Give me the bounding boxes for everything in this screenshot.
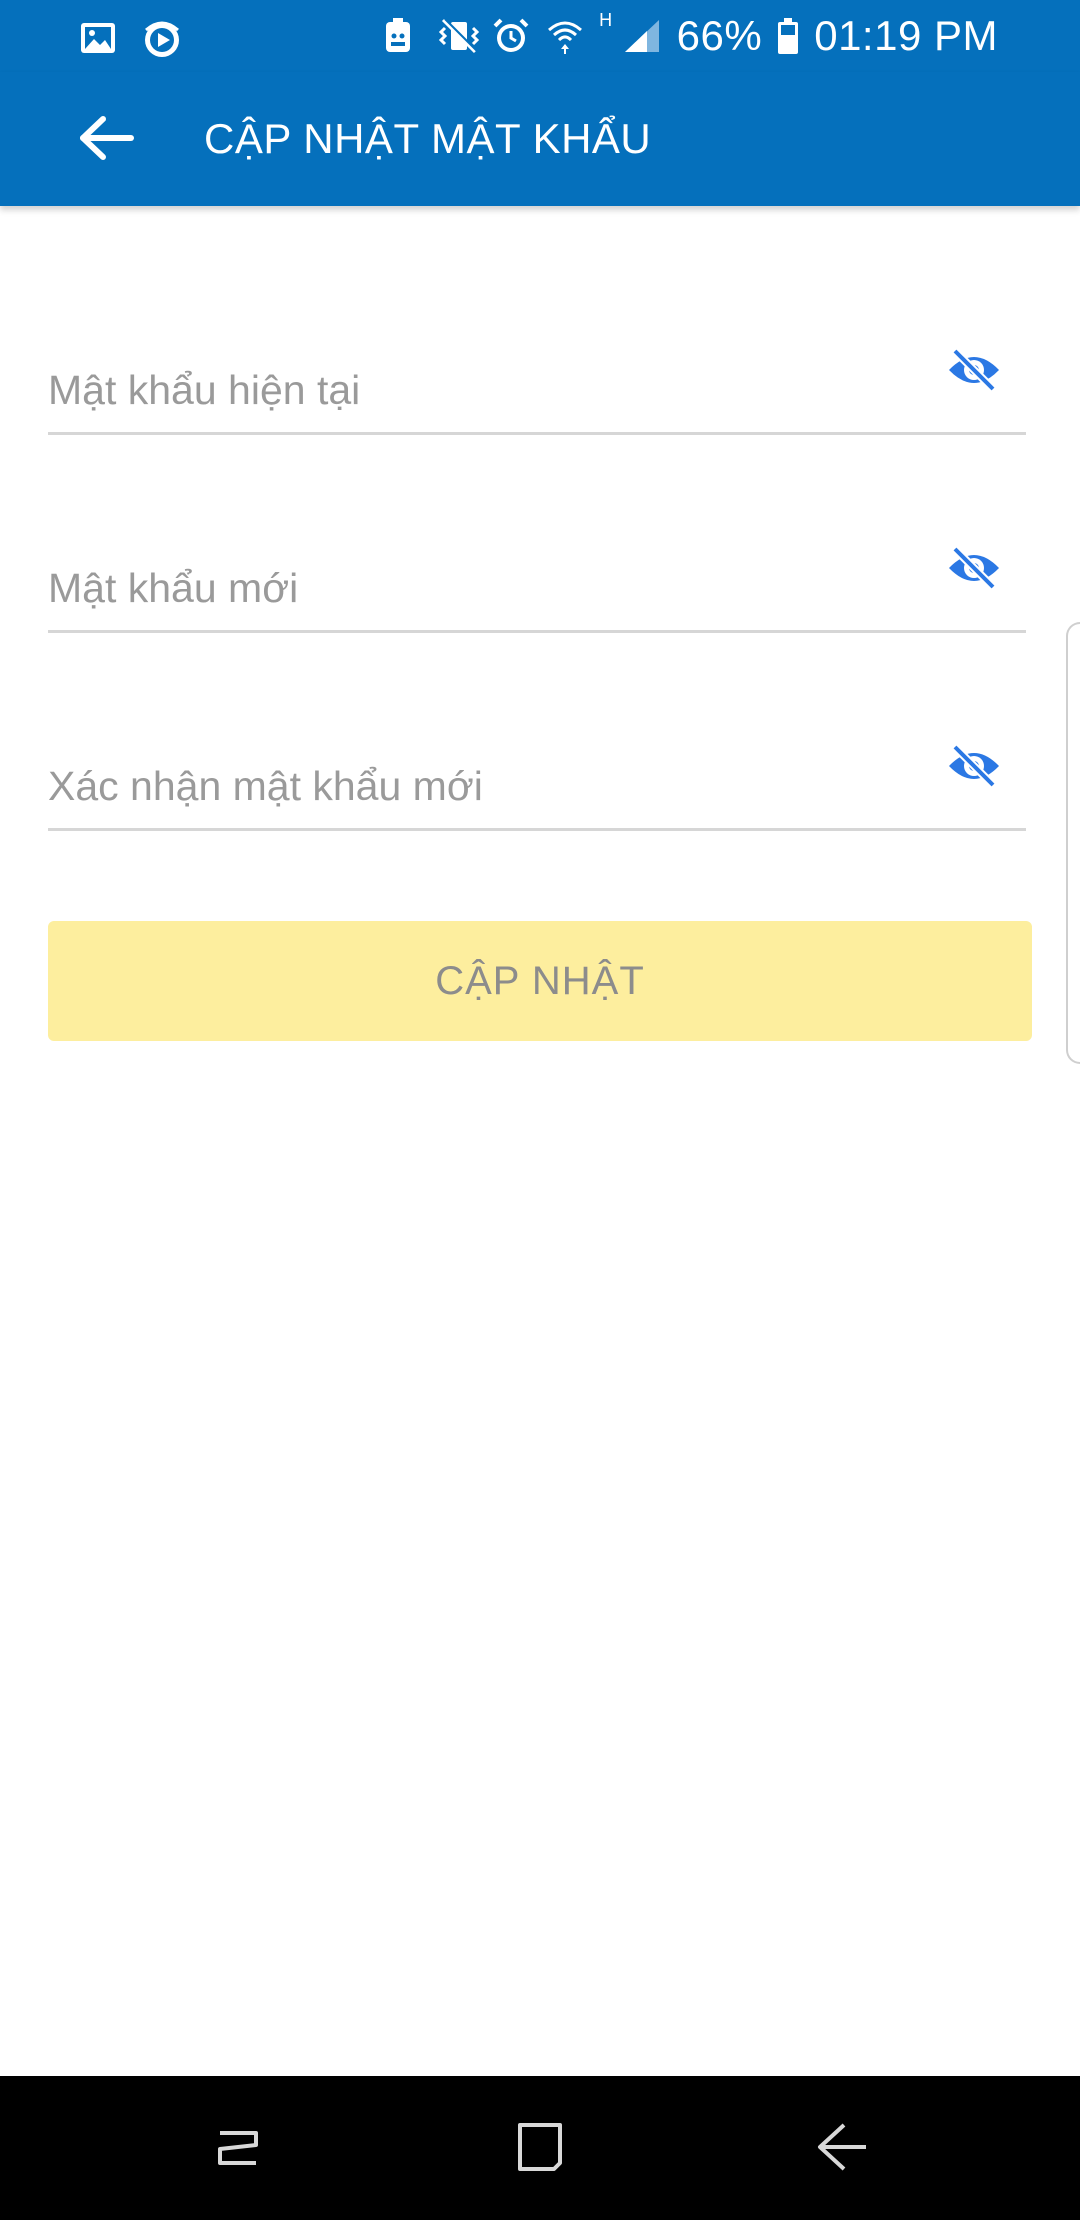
battery-percent: 66%: [676, 12, 763, 59]
back-icon: [814, 2119, 870, 2180]
home-icon: [512, 2119, 568, 2180]
status-bar: H 66% 01:19 PM: [0, 0, 1080, 72]
new-password-field: [48, 540, 1026, 633]
alarm-icon: [491, 16, 531, 56]
network-type-indicator: H: [599, 10, 613, 30]
clock: 01:19 PM: [814, 12, 998, 59]
recent-apps-icon: [210, 2119, 266, 2180]
wifi-icon: [545, 16, 585, 56]
toggle-current-password-visibility[interactable]: [944, 342, 1004, 402]
back-nav-button[interactable]: [802, 2116, 882, 2182]
gallery-icon: [78, 18, 118, 58]
system-nav-bar: [0, 2076, 1080, 2220]
media-player-icon: [140, 18, 180, 58]
status-right-icons: H 66% 01:19 PM: [383, 10, 998, 60]
confirm-password-input[interactable]: [48, 756, 908, 816]
vibrate-mode-icon: [437, 16, 480, 56]
signal-icon: [623, 16, 663, 56]
recent-apps-button[interactable]: [198, 2116, 278, 2182]
change-password-screen: H 66% 01:19 PM CẬP NHẬT MẬT KHẨU CẬP NHẬ…: [0, 0, 1080, 2220]
toggle-confirm-password-visibility[interactable]: [944, 738, 1004, 798]
update-button[interactable]: CẬP NHẬT: [48, 921, 1032, 1041]
eye-off-icon: [946, 743, 1002, 793]
eye-off-icon: [946, 545, 1002, 595]
android-notification-icon: [383, 16, 423, 56]
home-button[interactable]: [500, 2116, 580, 2182]
toggle-new-password-visibility[interactable]: [944, 540, 1004, 600]
current-password-input[interactable]: [48, 360, 908, 420]
confirm-password-field: [48, 738, 1026, 831]
status-left-icons: [78, 18, 180, 58]
new-password-input[interactable]: [48, 558, 908, 618]
edge-panel-handle[interactable]: [1066, 622, 1080, 1064]
current-password-field: [48, 342, 1026, 435]
page-title: CẬP NHẬT MẬT KHẨU: [204, 115, 652, 162]
battery-icon: [776, 16, 800, 56]
app-bar: CẬP NHẬT MẬT KHẨU: [0, 72, 1080, 206]
eye-off-icon: [946, 347, 1002, 397]
arrow-left-icon: [79, 115, 135, 166]
back-button[interactable]: [62, 102, 152, 178]
